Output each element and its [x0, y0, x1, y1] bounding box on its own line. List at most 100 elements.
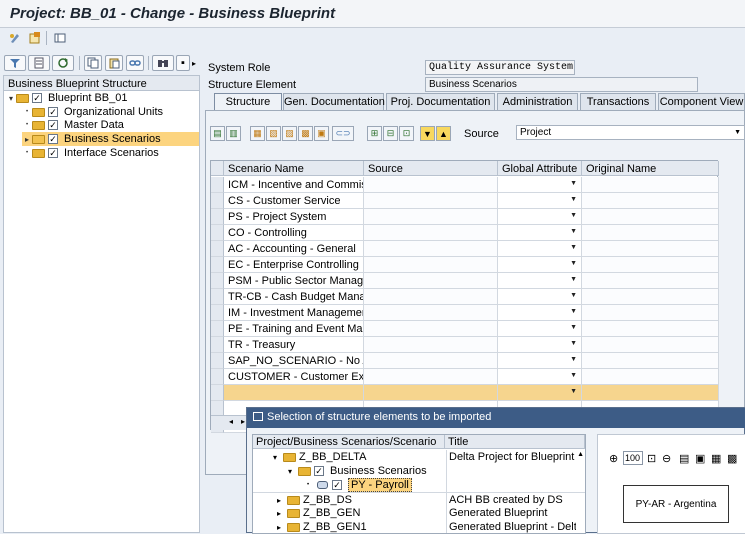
cell-source[interactable] — [364, 225, 498, 241]
copy-icon[interactable] — [84, 55, 102, 71]
chevron-down-icon[interactable]: ▼ — [570, 244, 577, 251]
table-row[interactable]: PE - Training and Event Manag… ▼ — [211, 321, 719, 337]
link-icon[interactable]: ⊂⊃ — [332, 126, 354, 141]
row-selector[interactable] — [211, 337, 224, 353]
chevron-down-icon[interactable]: ▼ — [570, 372, 577, 379]
cell-global-attribute[interactable]: ▼ — [498, 353, 582, 369]
cell-original-name[interactable] — [582, 225, 719, 241]
cell-original-name[interactable] — [582, 177, 719, 193]
table-row[interactable]: PSM - Public Sector Manageme… ▼ — [211, 273, 719, 289]
cell-original-name[interactable] — [582, 305, 719, 321]
row-selector[interactable] — [211, 353, 224, 369]
table-row[interactable]: IM - Investment Management ▼ — [211, 305, 719, 321]
row-selector[interactable] — [211, 385, 224, 401]
display-change-icon[interactable] — [6, 30, 24, 46]
row-selector[interactable] — [211, 257, 224, 273]
move-icon[interactable]: ▨ — [282, 126, 297, 141]
cell-global-attribute[interactable]: ▼ — [498, 385, 582, 401]
expanded-icon[interactable]: ▾ — [288, 467, 298, 476]
insert-row-icon[interactable]: ▤ — [210, 126, 225, 141]
cell-source[interactable] — [364, 241, 498, 257]
cell-original-name[interactable] — [582, 209, 719, 225]
link-icon[interactable] — [126, 55, 144, 71]
column-header-original-name[interactable]: Original Name — [582, 161, 719, 176]
checkbox-checked[interactable]: ✓ — [48, 134, 58, 144]
cell-scenario-name[interactable]: PE - Training and Event Manag… — [224, 321, 364, 337]
more-icon[interactable]: ▪ — [176, 55, 190, 71]
collapse-icon[interactable]: ⊟ — [383, 126, 398, 141]
row-selector[interactable] — [211, 241, 224, 257]
row-selector[interactable] — [211, 225, 224, 241]
zoom-fit-icon[interactable]: ⊡ — [647, 452, 656, 465]
tab-structure[interactable]: Structure — [214, 93, 282, 111]
print-icon[interactable]: ▤ — [679, 452, 689, 465]
tree-row-business-scenarios[interactable]: ▾ ✓ Business Scenarios — [253, 464, 585, 478]
chevron-down-icon[interactable]: ▼ — [570, 276, 577, 283]
cell-original-name[interactable] — [582, 289, 719, 305]
cell-scenario-name[interactable]: PS - Project System — [224, 209, 364, 225]
details-icon[interactable]: ⊡ — [399, 126, 414, 141]
cell-source[interactable] — [364, 353, 498, 369]
tree-item-org-units[interactable]: • ✓ Organizational Units — [22, 105, 199, 119]
chevron-down-icon[interactable]: ▼ — [570, 356, 577, 363]
cell-source[interactable] — [364, 385, 498, 401]
row-selector[interactable] — [211, 209, 224, 225]
cell-global-attribute[interactable]: ▼ — [498, 257, 582, 273]
table-row[interactable]: TR - Treasury ▼ — [211, 337, 719, 353]
scroll-right-icon[interactable]: ▸ — [241, 417, 245, 426]
chevron-down-icon[interactable]: ▼ — [570, 260, 577, 267]
move-down-icon[interactable]: ▼ — [420, 126, 435, 141]
cell-source[interactable] — [364, 257, 498, 273]
cell-original-name[interactable] — [582, 321, 719, 337]
cell-source[interactable] — [364, 177, 498, 193]
cell-original-name[interactable] — [582, 385, 719, 401]
move-up-icon[interactable]: ▲ — [436, 126, 451, 141]
expanded-icon[interactable]: ▾ — [6, 94, 16, 103]
cell-original-name[interactable] — [582, 193, 719, 209]
cut-icon[interactable]: ▦ — [250, 126, 265, 141]
cell-scenario-name[interactable]: TR - Treasury — [224, 337, 364, 353]
cell-global-attribute[interactable]: ▼ — [498, 209, 582, 225]
chevron-down-icon[interactable]: ▼ — [570, 308, 577, 315]
cell-source[interactable] — [364, 369, 498, 385]
row-selector[interactable] — [211, 321, 224, 337]
filter-icon[interactable] — [4, 55, 26, 71]
cell-scenario-name[interactable]: CO - Controlling — [224, 225, 364, 241]
cell-global-attribute[interactable]: ▼ — [498, 369, 582, 385]
graphic-node[interactable]: PY-AR - Argentina — [623, 485, 729, 523]
table-row[interactable]: ▼ — [211, 385, 719, 401]
select-all-cell[interactable] — [211, 161, 224, 176]
checkbox-checked[interactable]: ✓ — [48, 120, 58, 130]
cell-original-name[interactable] — [582, 257, 719, 273]
insert-icon[interactable]: ▣ — [314, 126, 329, 141]
zoom-field[interactable]: 100 — [623, 451, 643, 465]
delete-row-icon[interactable]: ▥ — [226, 126, 241, 141]
tree-row-py-payroll[interactable]: • ✓ PY - Payroll — [253, 478, 585, 492]
save-icon[interactable]: ▣ — [695, 452, 705, 465]
tree-row-z-bb-delta[interactable]: ▾ Z_BB_DELTA Delta Project for Blueprint … — [253, 450, 585, 464]
grid-icon[interactable]: ▩ — [727, 452, 737, 465]
chevron-down-icon[interactable]: ▼ — [570, 212, 577, 219]
column-header-project[interactable]: Project/Business Scenarios/Scenario — [253, 435, 445, 449]
row-selector[interactable] — [211, 177, 224, 193]
collapsed-icon[interactable]: ▸ — [277, 496, 287, 505]
column-header-source[interactable]: Source — [364, 161, 498, 176]
tree-row-z-bb-ds[interactable]: ▸ Z_BB_DS ACH BB created by DS — [253, 492, 585, 507]
cell-scenario-name[interactable] — [224, 385, 364, 401]
tab-transactions[interactable]: Transactions — [580, 93, 656, 110]
table-row[interactable]: AC - Accounting - General ▼ — [211, 241, 719, 257]
scroll-left-icon[interactable]: ◂ — [229, 417, 233, 426]
tab-administration[interactable]: Administration — [497, 93, 578, 110]
table-row[interactable]: CO - Controlling ▼ — [211, 225, 719, 241]
source-select[interactable]: Project ▼ — [516, 125, 745, 140]
cell-scenario-name[interactable]: CS - Customer Service — [224, 193, 364, 209]
chevron-down-icon[interactable]: ▼ — [570, 324, 577, 331]
chevron-down-icon[interactable]: ▼ — [570, 340, 577, 347]
cell-source[interactable] — [364, 273, 498, 289]
cell-scenario-name[interactable]: CUSTOMER - Customer Execut… — [224, 369, 364, 385]
table-row[interactable]: TR-CB - Cash Budget Managem… ▼ — [211, 289, 719, 305]
chevron-down-icon[interactable]: ▼ — [570, 196, 577, 203]
row-selector[interactable] — [211, 193, 224, 209]
expand-icon[interactable]: ⊞ — [367, 126, 382, 141]
cell-scenario-name[interactable]: AC - Accounting - General — [224, 241, 364, 257]
